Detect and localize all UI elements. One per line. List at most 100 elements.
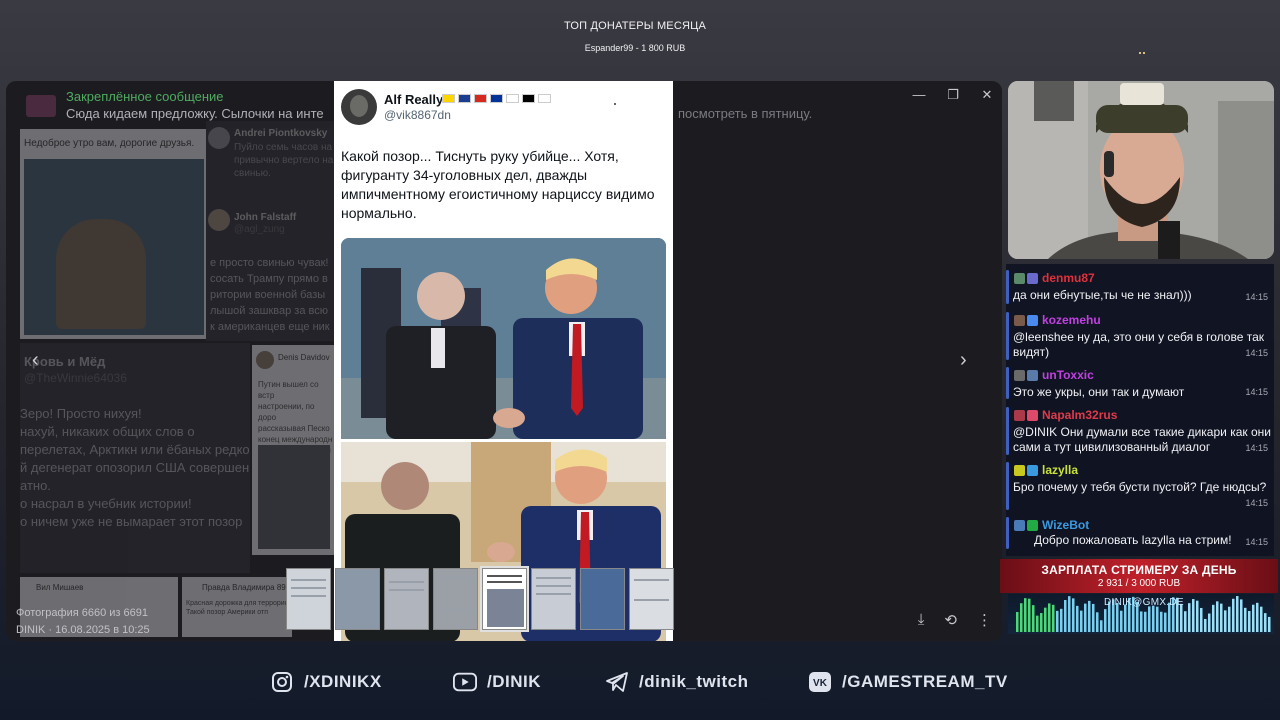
tweet-screenshot: Alf Really @vik8867dn Какой позор... Тис… <box>334 81 673 641</box>
equalizer-bar <box>1208 613 1211 632</box>
chat-nickname[interactable]: denmu87 <box>1042 271 1095 285</box>
donation-email: DINIK@GMX.DE <box>1104 597 1184 608</box>
flag-icon <box>474 94 487 103</box>
badge-icon <box>1014 315 1025 326</box>
youtube-icon <box>453 670 477 694</box>
bg-post4-line: перелетах, Арктикн или ёбаных редко <box>20 442 250 457</box>
flag-icon <box>442 94 455 103</box>
chat-message: unToxxic Это же укры, они так и думают 14:… <box>1006 365 1274 401</box>
chat-nickname[interactable]: kozemehu <box>1042 313 1101 327</box>
equalizer-bar <box>1068 596 1071 632</box>
chat-timestamp: 14:15 <box>1245 443 1268 453</box>
minimize-icon[interactable]: — <box>912 87 926 103</box>
pinned-text: Сюда кидаем предложку. Сылочки на инте <box>66 106 324 121</box>
thumbnail[interactable] <box>433 568 478 630</box>
rotate-icon[interactable]: ⟲ <box>944 611 957 629</box>
thumbnail[interactable] <box>531 568 576 630</box>
social-instagram-label: /XDINIKX <box>304 672 382 691</box>
chat-message-bar <box>1006 517 1009 549</box>
bg-post-photo: Недоброе утро вам, дорогие друзья. <box>20 129 206 339</box>
flag-icon <box>538 94 551 103</box>
equalizer-bar <box>1156 606 1159 632</box>
equalizer-bar <box>1164 612 1167 632</box>
bg-post3-line: е просто свинью чувак! <box>210 257 329 269</box>
tweet-handle: @vik8867dn <box>384 108 451 122</box>
svg-text:VK: VK <box>813 678 828 689</box>
chat-message: lazylla Бро почему у тебя бусти пустой? Г… <box>1006 460 1274 512</box>
equalizer-bar <box>1092 603 1095 632</box>
bg-post3-line: к американцев еще ник <box>210 321 330 333</box>
social-instagram[interactable]: /XDINIKX <box>270 670 382 694</box>
equalizer-bar <box>1040 613 1043 632</box>
bg-post-piontkovsky: Andrei Piontkovsky Пуйло семь часов на п… <box>206 121 334 201</box>
chat-badges <box>1014 315 1038 326</box>
thumbnail[interactable] <box>384 568 429 630</box>
bg-post4-line: атно. <box>20 478 51 493</box>
thumbnail[interactable] <box>286 568 331 630</box>
social-youtube[interactable]: /DINIK <box>453 670 541 694</box>
thumbnail-current[interactable] <box>480 566 529 632</box>
chat-nickname[interactable]: WizeBot <box>1042 518 1089 532</box>
equalizer-bar <box>1056 610 1059 632</box>
equalizer-bar <box>1140 611 1143 632</box>
badge-icon <box>1027 465 1038 476</box>
social-telegram[interactable]: /dinik_twitch <box>605 670 748 694</box>
badge-icon <box>1014 465 1025 476</box>
thumbnail[interactable] <box>335 568 380 630</box>
tweet-text: Какой позор... Тиснуть руку убийце... Хо… <box>341 148 655 221</box>
thumbnail[interactable] <box>580 568 625 630</box>
chat-message-bar <box>1006 270 1009 304</box>
viewer-toolbar: ⤓ ⟲ ⋮ <box>918 611 992 629</box>
bg-post4-line: й дегенерат опозорил США совершен <box>20 460 250 475</box>
equalizer-bar <box>1252 604 1255 632</box>
equalizer-bar <box>1216 601 1219 632</box>
chat-nickname[interactable]: unToxxic <box>1042 368 1094 382</box>
chat-nickname[interactable]: Napalm32rus <box>1042 408 1117 422</box>
social-vk[interactable]: VK /GAMESTREAM_TV <box>808 670 1008 694</box>
chat-nickname[interactable]: lazylla <box>1042 463 1078 477</box>
thumbnail[interactable] <box>629 568 674 630</box>
bg-post3-author: John Falstaff <box>234 212 297 223</box>
chat-text: Добро пожаловать lazylla на стрим! <box>1034 533 1232 547</box>
badge-icon <box>1027 370 1038 381</box>
bg-post7-author: Правда Владимира 89 <box>202 583 286 592</box>
equalizer-bar <box>1260 606 1263 632</box>
equalizer-bar <box>1060 608 1063 632</box>
bg-post2-line: Пуйло семь часов на <box>234 142 333 153</box>
chat-message-bar <box>1006 407 1009 455</box>
equalizer-bar <box>1096 612 1099 632</box>
decor-dots <box>1139 41 1149 54</box>
window-controls: — ❐ ✕ <box>912 87 994 103</box>
pinned-text-right: посмотреть в пятницу. <box>678 106 813 121</box>
social-telegram-label: /dinik_twitch <box>639 672 749 691</box>
tweet-author-name: Alf Really <box>384 92 444 107</box>
equalizer-bar <box>1204 618 1207 632</box>
bg-post-krov-i-med: Кровь и Мёд @TheWinnie64036 Зеро! Просто… <box>20 343 250 573</box>
restore-icon[interactable]: ❐ <box>946 87 960 103</box>
badge-icon <box>1014 370 1025 381</box>
close-icon[interactable]: ✕ <box>980 87 994 103</box>
bg-post7-line: Красная дорожка для террорист <box>186 600 292 607</box>
equalizer-bar <box>1104 609 1107 632</box>
chat-message-bar <box>1006 312 1009 360</box>
download-icon[interactable]: ⤓ <box>918 611 925 629</box>
equalizer-bar <box>1064 600 1067 632</box>
equalizer-bar <box>1044 607 1047 632</box>
bg-post5-line: настроении, по доро <box>258 402 315 422</box>
bg-post5-line: Путин вышел со встр <box>258 380 319 400</box>
chat-timestamp: 14:15 <box>1245 387 1268 397</box>
more-icon[interactable]: ⋮ <box>977 611 992 629</box>
equalizer-bar <box>1024 598 1027 632</box>
chat-message: kozemehu @leenshee ну да, это они у себя … <box>1006 310 1274 362</box>
equalizer-bar <box>1184 611 1187 632</box>
chat-message-bar <box>1006 367 1009 399</box>
equalizer-bar <box>1200 607 1203 632</box>
equalizer-bar <box>1256 602 1259 632</box>
prev-photo-icon[interactable]: ‹ <box>32 349 39 372</box>
equalizer-bar <box>1124 604 1127 632</box>
chat-timestamp: 14:15 <box>1245 292 1268 302</box>
bg-post2-text: Пуйло семь часов на привычно вертело на … <box>234 141 333 180</box>
equalizer-bar <box>1072 598 1075 632</box>
equalizer-bar <box>1052 604 1055 632</box>
next-photo-icon[interactable]: › <box>960 349 967 372</box>
